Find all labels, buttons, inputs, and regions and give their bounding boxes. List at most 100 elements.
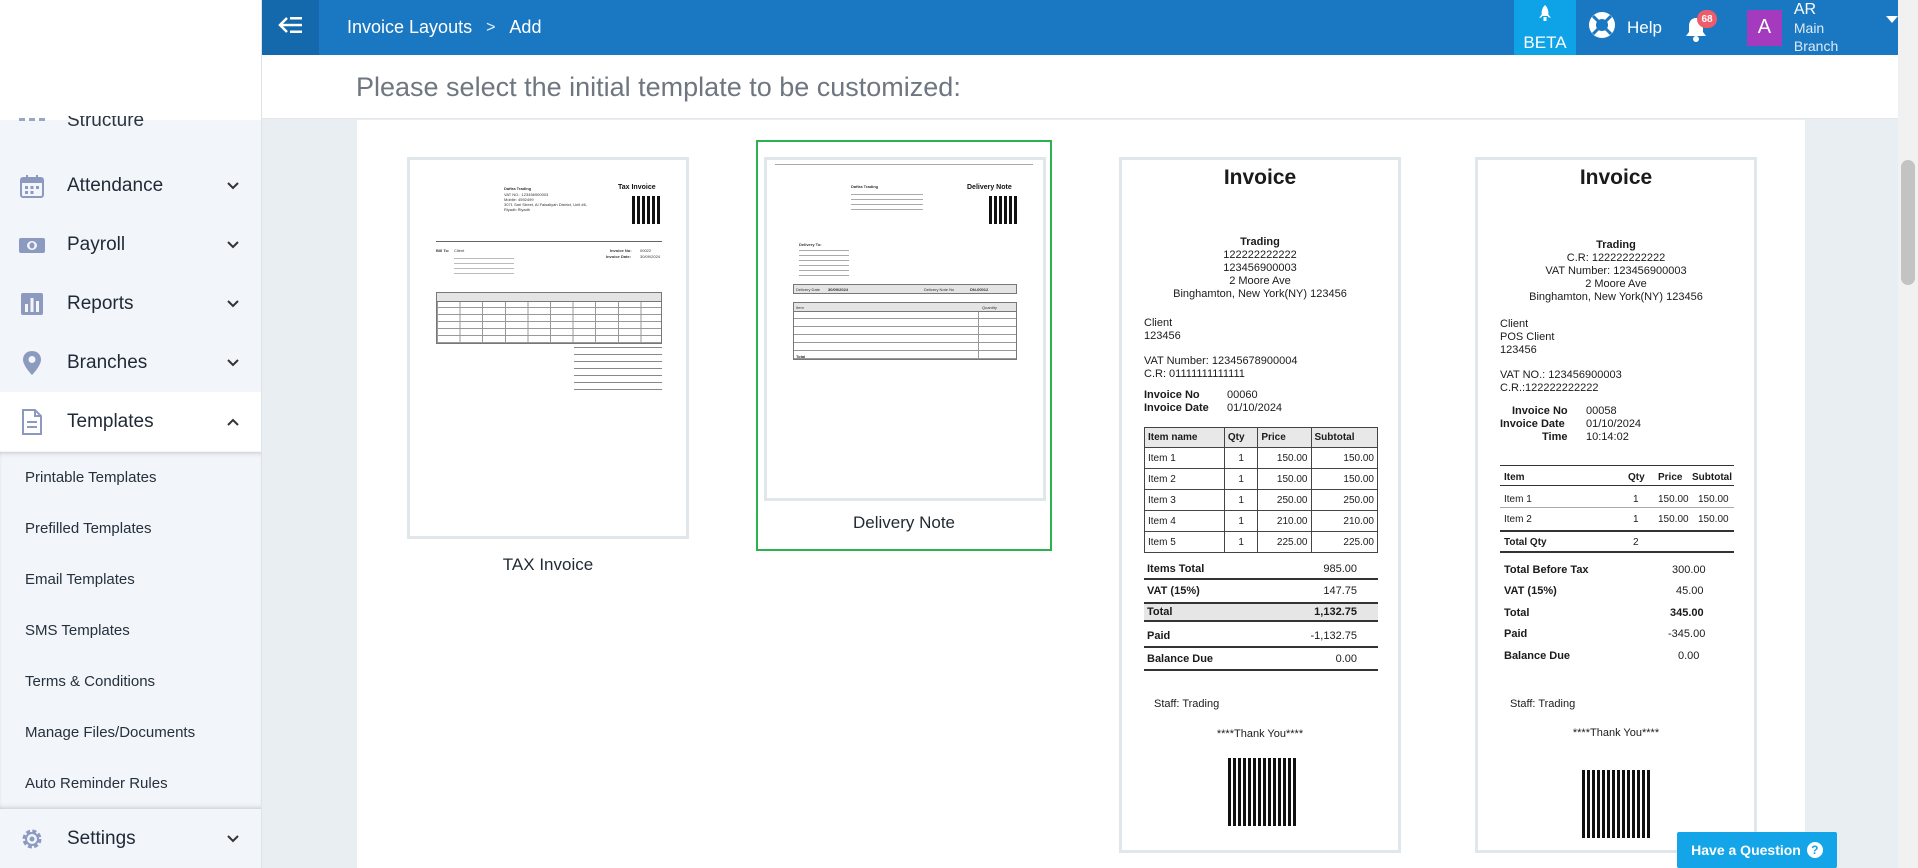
- scrollbar-thumb[interactable]: [1901, 160, 1915, 285]
- page-scrollbar[interactable]: [1898, 0, 1918, 868]
- row-price: 150.00: [1658, 494, 1689, 505]
- col-price: Price: [1257, 427, 1312, 448]
- sidebar-item-payroll[interactable]: Payroll: [0, 215, 261, 274]
- delivery-date-label: Delivery Date: [796, 287, 821, 292]
- sidebar-item-label: Settings: [67, 827, 136, 849]
- cell-qty: 1: [1223, 510, 1259, 532]
- chevron-down-icon: [218, 181, 248, 190]
- submenu-sms-templates[interactable]: SMS Templates: [0, 605, 261, 656]
- template-card-receipt-1[interactable]: Invoice Trading 122222222222 12345690000…: [1119, 157, 1401, 853]
- col-quantity: Quantity: [982, 305, 997, 310]
- document-icon: [17, 407, 47, 437]
- vat-row: VAT (15%) 147.75: [1147, 585, 1357, 597]
- receipt-items-table: Item name Qty Price Subtotal Item 1 1 150.…: [1144, 427, 1378, 553]
- sidebar-item-reports[interactable]: Reports: [0, 274, 261, 333]
- paid-row: Paid -1,132.75: [1147, 630, 1357, 642]
- divider: [1144, 669, 1378, 671]
- balance-label: Balance Due: [1504, 650, 1571, 662]
- sidebar-item-label: Payroll: [67, 233, 126, 255]
- logo-area: [0, 0, 261, 120]
- delivery-total: Total: [796, 354, 806, 359]
- sidebar-item-structure[interactable]: Structure: [0, 116, 261, 136]
- cell-subtotal: 150.00: [1310, 468, 1378, 490]
- cell-subtotal: 250.00: [1310, 489, 1378, 511]
- sidebar-item-templates[interactable]: Templates: [0, 392, 261, 451]
- sidebar-item-attendance[interactable]: Attendance: [0, 156, 261, 215]
- page-title: Please select the initial template to be…: [356, 72, 961, 102]
- receipt-1-preview: Invoice Trading 122222222222 12345690000…: [1122, 160, 1398, 850]
- cell-price: 250.00: [1257, 489, 1312, 511]
- thumb-company: Daftra Trading: [504, 186, 532, 191]
- lifebuoy-icon: [1587, 10, 1617, 45]
- chevron-down-icon: [218, 358, 248, 367]
- table-row: Item 3 1 250.00 250.00: [1144, 489, 1378, 511]
- receipt-cr2: C.R.:122222222222: [1500, 382, 1599, 394]
- thumb-bill-to: Bill To:: [436, 248, 450, 253]
- col-item: Item: [796, 305, 804, 310]
- delivery-table-header: Item Quantity: [793, 302, 1017, 312]
- paid-label: Paid: [1504, 628, 1528, 640]
- qr-code: [1228, 758, 1296, 826]
- receipt-title: Invoice: [1223, 166, 1297, 189]
- cell-price: 210.00: [1257, 510, 1312, 532]
- receipt-2-preview: Invoice Trading C.R: 122222222222 VAT Nu…: [1478, 160, 1754, 850]
- template-card-receipt-2[interactable]: Invoice Trading C.R: 122222222222 VAT Nu…: [1475, 157, 1757, 853]
- receipt-company: Trading: [1240, 236, 1280, 248]
- thumb-client: Client: [454, 248, 465, 253]
- template-card-tax-invoice[interactable]: Daftra Trading VAT NO.: 123456900003 Mob…: [407, 157, 689, 577]
- collapse-menu-button[interactable]: [262, 0, 319, 55]
- user-menu[interactable]: A AR Main Branch: [1747, 0, 1898, 55]
- have-a-question-label: Have a Question: [1691, 842, 1801, 858]
- template-card-delivery-note[interactable]: Daftra Trading Delivery Note Delivery To…: [756, 140, 1052, 551]
- col-qty: Qty: [1628, 472, 1645, 483]
- divider: [1500, 551, 1734, 553]
- submenu-manage-files[interactable]: Manage Files/Documents: [0, 707, 261, 758]
- divider: [775, 164, 1033, 165]
- total-value: 345.00: [1670, 607, 1704, 619]
- table-row: Item 1 1 150.00 150.00: [1144, 447, 1378, 469]
- notifications-button[interactable]: 68: [1683, 10, 1717, 44]
- vat-value: 45.00: [1676, 585, 1704, 597]
- row-qty: 1: [1633, 514, 1639, 525]
- client-details: [454, 254, 514, 274]
- help-button[interactable]: Help: [1587, 0, 1662, 55]
- thumb-title: Delivery Note: [967, 184, 1012, 191]
- breadcrumb-invoice-layouts[interactable]: Invoice Layouts: [347, 17, 472, 38]
- col-item-name: Item name: [1144, 427, 1225, 448]
- receipt-client: Client: [1500, 318, 1529, 330]
- submenu-auto-reminder-rules[interactable]: Auto Reminder Rules: [0, 758, 261, 809]
- vat-label: VAT (15%): [1504, 585, 1557, 597]
- deliver-to-details: [799, 248, 849, 276]
- breadcrumb-separator: >: [486, 18, 496, 36]
- delivery-info-row: Delivery Date 30/09/2024 Delivery Note N…: [793, 284, 1017, 294]
- receipt-vat: 123456900003: [1223, 262, 1297, 274]
- paid-label: Paid: [1147, 630, 1171, 642]
- receipt-cr: C.R: 122222222222: [1566, 252, 1666, 264]
- qr-code: [989, 196, 1017, 224]
- submenu-email-templates[interactable]: Email Templates: [0, 554, 261, 605]
- col-subtotal: Subtotal: [1692, 472, 1732, 483]
- have-a-question-button[interactable]: Have a Question ?: [1677, 832, 1837, 868]
- cell-price: 150.00: [1257, 447, 1312, 469]
- rocket-icon: [1538, 4, 1552, 27]
- cell-subtotal: 225.00: [1310, 531, 1378, 553]
- total-label: Total: [1504, 607, 1530, 619]
- template-thumbnail: Daftra Trading VAT NO.: 123456900003 Mob…: [407, 157, 689, 539]
- submenu-terms-conditions[interactable]: Terms & Conditions: [0, 656, 261, 707]
- receipt-title: Invoice: [1579, 166, 1653, 189]
- templates-panel: Daftra Trading VAT NO.: 123456900003 Mob…: [357, 120, 1805, 868]
- chevron-up-icon: [218, 418, 248, 426]
- thumb-company: Daftra Trading: [851, 184, 879, 189]
- receipt-phone: 122222222222: [1223, 249, 1297, 261]
- receipt-client-no: 123456: [1144, 330, 1181, 342]
- total-label: Total: [1147, 606, 1173, 618]
- table-row: Item 2 1 150.00 150.00: [1144, 468, 1378, 490]
- receipt-thanks: ****Thank You****: [1572, 727, 1660, 739]
- sidebar-item-settings[interactable]: Settings: [0, 809, 261, 868]
- calendar-icon: [17, 171, 47, 201]
- submenu-prefilled-templates[interactable]: Prefilled Templates: [0, 503, 261, 554]
- submenu-printable-templates[interactable]: Printable Templates: [0, 452, 261, 503]
- sidebar-item-branches[interactable]: Branches: [0, 333, 261, 392]
- address-block: [851, 190, 923, 210]
- beta-button[interactable]: BETA: [1514, 0, 1576, 55]
